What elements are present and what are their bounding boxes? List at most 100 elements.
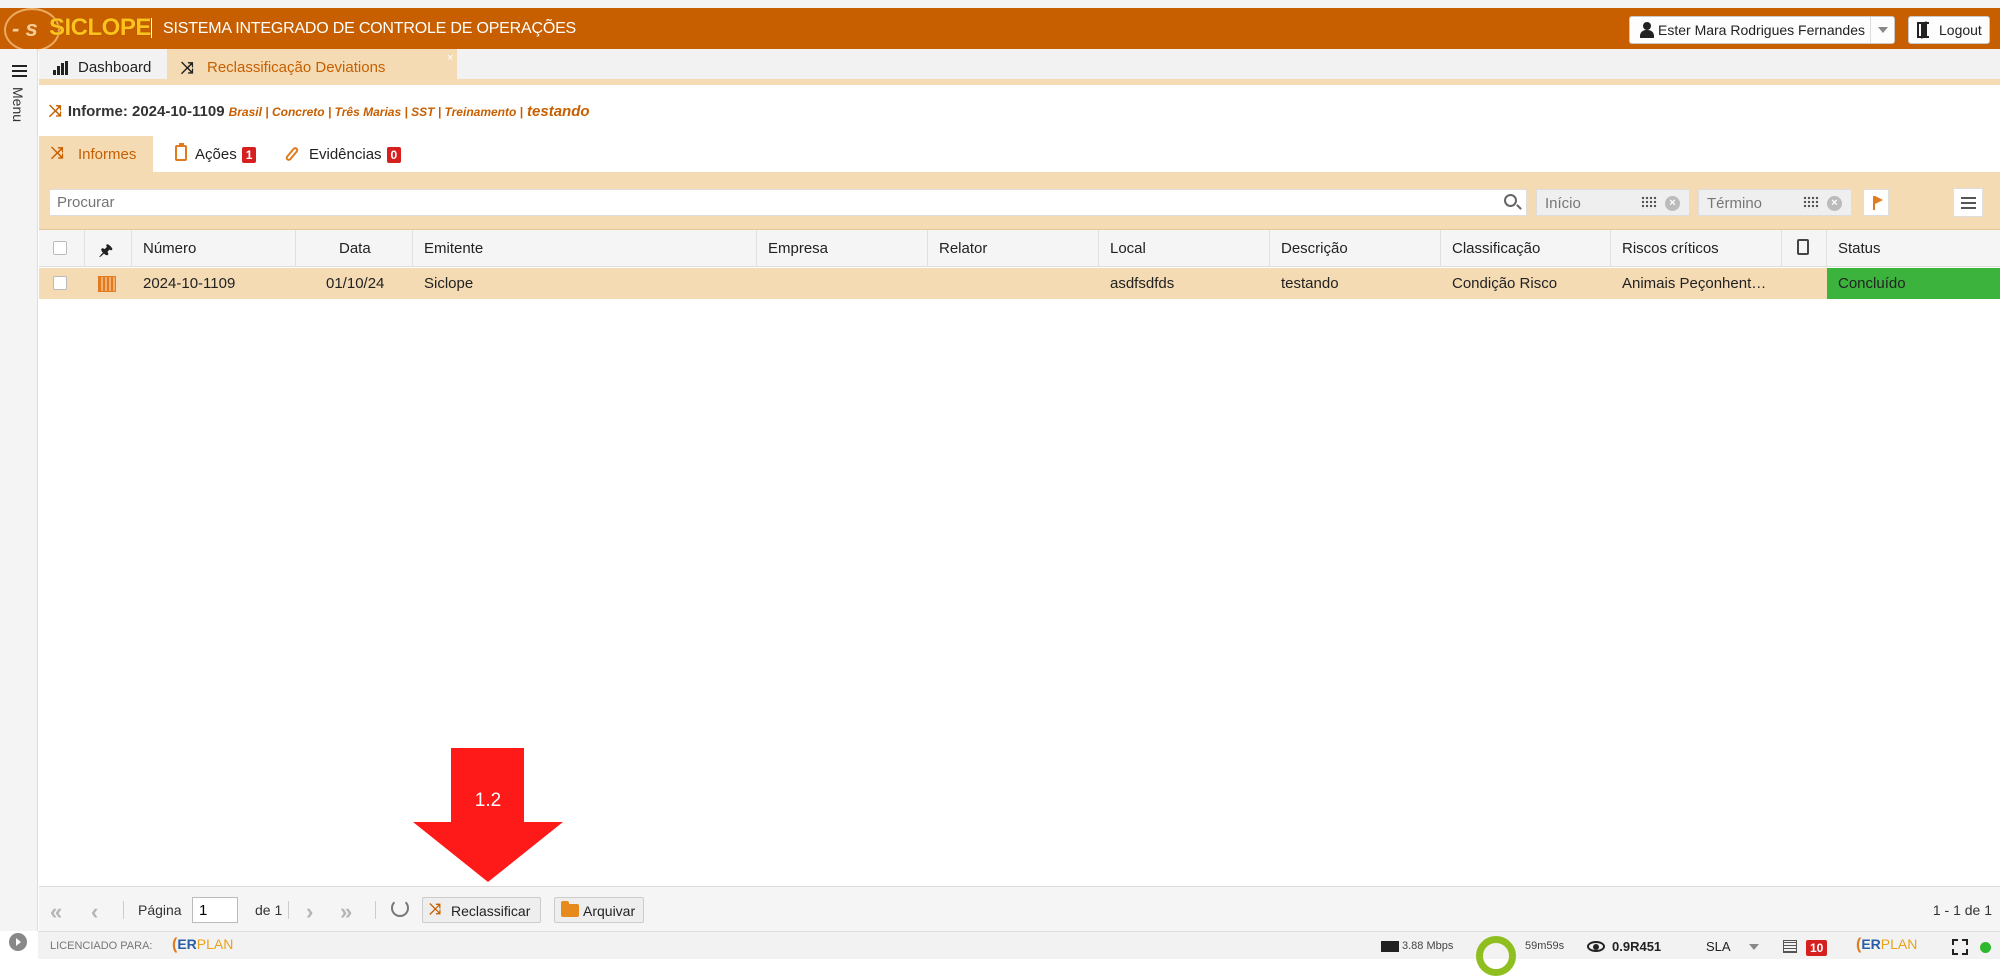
app-version: 0.9R451 [1612, 939, 1662, 954]
column-local-label: Local [1110, 240, 1146, 257]
informe-header: ⤨ Informe: 2024-10-1109 Brasil | Concreto … [49, 103, 590, 125]
reclassify-label: Reclassificar [451, 903, 531, 919]
hamburger-menu-icon[interactable] [12, 65, 27, 77]
fullscreen-icon[interactable] [1952, 939, 1968, 955]
license-label: LICENCIADO PARA: [50, 940, 153, 952]
search-input[interactable] [49, 189, 1527, 216]
table-header: 🖈 Número Data Emitente Empresa Relator L… [39, 230, 2000, 267]
start-date-field[interactable]: Início × [1536, 189, 1690, 216]
flag-filter-button[interactable] [1863, 189, 1889, 216]
tab-dashboard[interactable]: Dashboard [39, 49, 166, 85]
column-clipboard[interactable] [1782, 230, 1827, 267]
app-tab-bar: Dashboard ⤨ Reclassificação Deviations × [39, 49, 2000, 85]
cell-classificacao: Condição Risco [1441, 268, 1611, 299]
cell-riscos-text: Animais Peçonhent… [1622, 275, 1767, 292]
clear-icon[interactable]: × [1665, 196, 1680, 211]
column-emitente-label: Emitente [424, 240, 484, 257]
row-select-cell [39, 268, 85, 299]
column-riscos-label: Riscos críticos [1622, 240, 1719, 257]
down-arrow-icon [413, 748, 563, 882]
column-descricao[interactable]: Descrição [1270, 230, 1441, 267]
column-classificacao-label: Classificação [1452, 240, 1541, 257]
cell-relator [928, 268, 1099, 299]
column-empresa[interactable]: Empresa [757, 230, 928, 267]
user-name: Ester Mara Rodrigues Fernandes [1658, 22, 1865, 38]
column-emitente[interactable]: Emitente [413, 230, 757, 267]
page-number-input[interactable] [192, 897, 238, 923]
expand-arrow-icon[interactable] [9, 933, 27, 951]
archive-button[interactable]: Arquivar [554, 897, 644, 923]
erplan-logo-plan: PLAN [196, 936, 234, 952]
column-classificacao[interactable]: Classificação [1441, 230, 1611, 267]
shuffle-icon: ⤨ [181, 60, 194, 77]
column-status-label: Status [1838, 240, 1881, 257]
column-numero[interactable]: Número [132, 230, 296, 267]
network-speed: 3.88 Mbps [1402, 940, 1454, 952]
notification-badge[interactable]: 10 [1801, 939, 1828, 957]
tab-acoes-text: Ações 1 [195, 146, 257, 163]
cell-descricao-text: testando [1281, 275, 1339, 292]
erplan-logo: (ERPLAN [1856, 936, 1918, 953]
notification-count: 10 [1806, 940, 1828, 956]
first-page-icon[interactable]: « [50, 899, 62, 925]
cell-local: asdfsdfds [1099, 268, 1270, 299]
informe-type-icon [98, 276, 116, 292]
row-checkbox[interactable] [53, 276, 67, 290]
caret-down-icon[interactable] [1749, 944, 1759, 950]
app-header: SICLOPE SISTEMA INTEGRADO DE CONTROLE DE… [0, 0, 2000, 52]
shuffle-icon: ⤨ [49, 103, 62, 120]
session-timer-gauge [1476, 936, 1516, 976]
next-page-icon[interactable]: › [306, 899, 313, 925]
column-riscos-criticos[interactable]: Riscos críticos [1611, 230, 1782, 267]
user-menu-button[interactable]: Ester Mara Rodrigues Fernandes [1629, 16, 1895, 44]
column-data-label: Data [339, 240, 371, 257]
tab-evidencias[interactable]: Evidências 0 [279, 136, 419, 172]
annotation-label: 1.2 [474, 790, 502, 811]
logout-label: Logout [1939, 22, 1982, 38]
close-tab-icon[interactable]: × [447, 52, 453, 64]
reclassify-button[interactable]: ⤨ Reclassificar [422, 897, 541, 923]
column-data[interactable]: Data [296, 230, 413, 267]
type-column[interactable]: 🖈 [85, 230, 132, 267]
tab-reclassificacao-label: Reclassificação Deviations [207, 59, 386, 76]
cell-numero-text: 2024-10-1109 [143, 275, 236, 292]
end-date-field[interactable]: Término × [1698, 189, 1852, 216]
column-relator[interactable]: Relator [928, 230, 1099, 267]
calendar-icon[interactable] [1641, 196, 1657, 209]
page-total: de 1 [255, 902, 283, 918]
annotation-arrow: 1.2 [413, 748, 563, 882]
logout-button[interactable]: Logout [1908, 16, 1990, 44]
tab-reclassificacao[interactable]: ⤨ Reclassificação Deviations × [167, 49, 457, 85]
column-empresa-label: Empresa [768, 240, 829, 257]
table-row[interactable]: 2024-10-1109 01/10/24 Siclope asdfsdfds … [39, 268, 2000, 299]
bar-chart-icon [53, 61, 69, 75]
previous-page-icon[interactable]: ‹ [91, 899, 98, 925]
tab-informes-label: Informes [78, 146, 137, 163]
select-all-checkbox[interactable] [53, 241, 67, 255]
tab-informes[interactable]: ⤨ Informes [39, 136, 153, 172]
refresh-icon[interactable] [391, 899, 409, 917]
search-icon[interactable] [1504, 194, 1517, 207]
column-relator-label: Relator [939, 240, 988, 257]
notes-icon[interactable] [1783, 940, 1797, 953]
column-status[interactable]: Status [1827, 230, 2000, 267]
calendar-icon[interactable] [1803, 196, 1819, 209]
column-options-button[interactable] [1953, 188, 1983, 217]
cell-local-text: asdfsdfds [1110, 275, 1175, 292]
user-menu-dropdown[interactable] [1870, 17, 1894, 43]
cell-descricao: testando [1270, 268, 1441, 299]
app-logo: SICLOPE [49, 14, 151, 41]
last-page-icon[interactable]: » [340, 899, 352, 925]
column-local[interactable]: Local [1099, 230, 1270, 267]
clear-icon[interactable]: × [1827, 196, 1842, 211]
paperclip-icon [284, 145, 300, 163]
page-label: Página [138, 902, 182, 918]
shuffle-icon: ⤨ [429, 901, 442, 918]
side-menu-strip[interactable]: Menu [0, 49, 38, 931]
menu-label[interactable]: Menu [10, 87, 26, 122]
tab-acoes[interactable]: Ações 1 [167, 136, 267, 172]
filter-bar: Início × Término × [39, 172, 2000, 230]
informe-tags: Brasil | Concreto | Três Marias | SST | … [228, 105, 524, 119]
sla-selector[interactable]: SLA [1706, 939, 1731, 954]
erplan-logo-er: ER [177, 936, 197, 952]
